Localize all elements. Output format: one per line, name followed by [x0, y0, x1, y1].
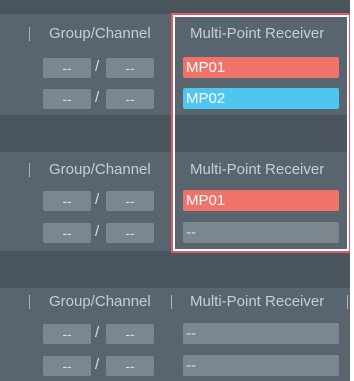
- top-strip: [0, 0, 354, 14]
- separator-slash: /: [95, 191, 100, 208]
- group-field[interactable]: --: [43, 89, 91, 109]
- header-divider: [171, 295, 172, 309]
- header-divider: [171, 27, 172, 41]
- header-group-channel: Group/Channel: [49, 161, 151, 178]
- receiver-mp01[interactable]: MP01: [183, 57, 339, 78]
- receiver-assignment-panel: Group/Channel Multi-Point Receiver -- / …: [0, 0, 354, 381]
- page-margin: [350, 0, 354, 381]
- section-separator: [0, 115, 354, 152]
- receiver-empty[interactable]: --: [183, 355, 339, 376]
- section-2: Group/Channel Multi-Point Receiver -- / …: [0, 152, 354, 251]
- separator-slash: /: [95, 356, 100, 373]
- channel-field[interactable]: --: [106, 223, 154, 243]
- section-1: Group/Channel Multi-Point Receiver -- / …: [0, 14, 354, 115]
- header-divider: [347, 295, 348, 309]
- separator-slash: /: [95, 324, 100, 341]
- header-multi-point-receiver: Multi-Point Receiver: [190, 25, 325, 42]
- channel-field[interactable]: --: [106, 89, 154, 109]
- receiver-mp02[interactable]: MP02: [183, 88, 339, 109]
- separator-slash: /: [95, 58, 100, 75]
- group-field[interactable]: --: [43, 58, 91, 78]
- header-group-channel: Group/Channel: [49, 293, 151, 310]
- channel-field[interactable]: --: [106, 324, 154, 344]
- channel-field[interactable]: --: [106, 58, 154, 78]
- header-divider: [29, 27, 30, 41]
- receiver-empty[interactable]: --: [183, 222, 339, 243]
- group-field[interactable]: --: [43, 223, 91, 243]
- header-group-channel: Group/Channel: [49, 25, 151, 42]
- header-multi-point-receiver: Multi-Point Receiver: [190, 293, 325, 310]
- separator-slash: /: [95, 223, 100, 240]
- channel-field[interactable]: --: [106, 356, 154, 376]
- receiver-mp01[interactable]: MP01: [183, 190, 339, 211]
- section-separator: [0, 251, 354, 288]
- header-divider: [29, 163, 30, 177]
- section-3: Group/Channel Multi-Point Receiver -- / …: [0, 288, 354, 381]
- receiver-empty[interactable]: --: [183, 323, 339, 344]
- header-divider: [171, 163, 172, 177]
- group-field[interactable]: --: [43, 191, 91, 211]
- group-field[interactable]: --: [43, 356, 91, 376]
- channel-field[interactable]: --: [106, 191, 154, 211]
- header-divider: [29, 295, 30, 309]
- group-field[interactable]: --: [43, 324, 91, 344]
- separator-slash: /: [95, 89, 100, 106]
- header-multi-point-receiver: Multi-Point Receiver: [190, 161, 325, 178]
